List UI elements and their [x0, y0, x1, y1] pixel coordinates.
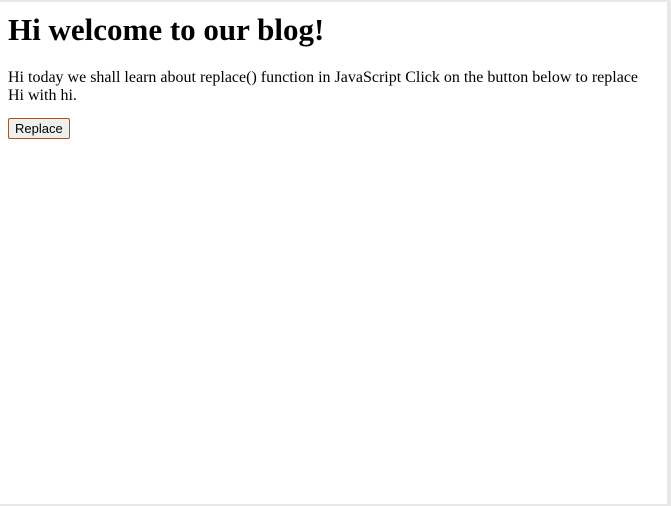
intro-paragraph: Hi today we shall learn about replace() … — [8, 69, 639, 104]
replace-button[interactable]: Replace — [8, 118, 70, 139]
page-title: Hi welcome to our blog! — [8, 12, 325, 47]
page-content: Hi welcome to our blog! Hi today we shal… — [0, 12, 667, 139]
